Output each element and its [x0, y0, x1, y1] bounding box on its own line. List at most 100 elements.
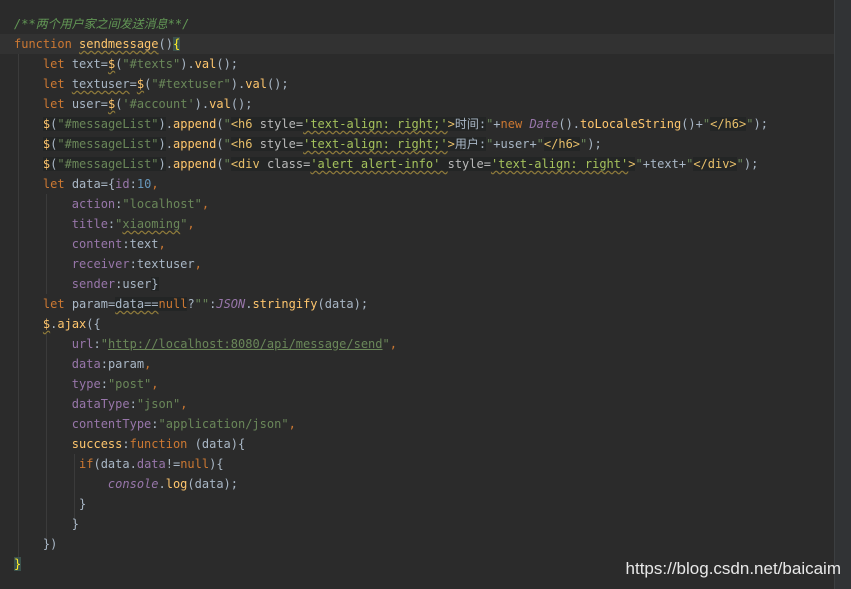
- code-token: ): [158, 137, 166, 151]
- code-token: append: [173, 117, 217, 131]
- code-token: type: [71, 377, 101, 391]
- code-line[interactable]: sender:user}: [14, 274, 159, 294]
- code-line[interactable]: let text=$("#texts").val();: [14, 54, 238, 74]
- code-line[interactable]: $("#messageList").append("<div class='al…: [14, 154, 758, 174]
- code-token: +: [493, 137, 501, 151]
- code-token: (: [216, 157, 224, 171]
- code-token: ,: [180, 397, 188, 411]
- code-line[interactable]: let textuser=$("#textuser").val();: [14, 74, 289, 94]
- code-token: let: [42, 57, 72, 71]
- code-token: </h6>: [710, 117, 747, 131]
- code-token: }: [151, 277, 159, 291]
- code-line[interactable]: action:"localhost",: [14, 194, 209, 214]
- code-token: .: [165, 157, 173, 171]
- code-token: function: [14, 37, 80, 51]
- code-token: append: [173, 157, 217, 171]
- code-line[interactable]: content:text,: [14, 234, 166, 254]
- code-token: +: [529, 137, 537, 151]
- code-line[interactable]: data:param,: [14, 354, 152, 374]
- code-token: ): [158, 117, 166, 131]
- code-token: ": [635, 157, 643, 171]
- code-token: >: [447, 117, 455, 131]
- code-token: "#messageList": [57, 157, 159, 171]
- code-token: <div: [230, 157, 267, 171]
- code-token: style=: [447, 157, 491, 171]
- code-token: :: [100, 357, 108, 371]
- code-line[interactable]: $("#messageList").append("<h6 style='tex…: [14, 134, 602, 154]
- code-token: val: [209, 97, 231, 111]
- code-token: }: [14, 557, 22, 571]
- code-line[interactable]: let user=$('#account').val();: [14, 94, 253, 114]
- code-line[interactable]: $("#messageList").append("<h6 style='tex…: [14, 114, 768, 134]
- code-line[interactable]: receiver:textuser,: [14, 254, 202, 274]
- code-token: let: [42, 77, 72, 91]
- code-token: ()+: [681, 117, 703, 131]
- code-token: ).: [180, 57, 195, 71]
- code-token: success: [71, 437, 123, 451]
- code-line[interactable]: contentType:"application/json",: [14, 414, 296, 434]
- code-token: toLocaleString: [580, 117, 682, 131]
- code-token: http://localhost:8080/api/message/send: [107, 337, 383, 351]
- code-token: "post": [107, 377, 152, 391]
- code-token: param: [71, 297, 108, 311]
- code-token: .: [158, 477, 166, 491]
- code-token: '#account': [122, 97, 195, 111]
- code-line[interactable]: console.log(data);: [14, 474, 238, 494]
- code-line[interactable]: if(data.data!=null){: [14, 454, 224, 474]
- code-token: ,: [389, 337, 397, 351]
- code-line[interactable]: success:function (data){: [14, 434, 245, 454]
- code-token: {: [172, 37, 181, 51]
- code-token: :: [122, 437, 130, 451]
- code-token: ({: [86, 317, 101, 331]
- code-line[interactable]: type:"post",: [14, 374, 159, 394]
- code-line[interactable]: }: [14, 554, 22, 574]
- code-line[interactable]: function sendmessage(){: [14, 34, 181, 54]
- code-line[interactable]: }: [14, 494, 86, 514]
- code-token: ?: [187, 297, 195, 311]
- code-token: ).: [230, 77, 246, 91]
- code-token: (data);: [187, 477, 238, 491]
- code-token: "json": [136, 397, 181, 411]
- code-line[interactable]: dataType:"json",: [14, 394, 188, 414]
- code-line[interactable]: }): [14, 534, 57, 554]
- code-token: ();: [216, 57, 239, 71]
- code-token: );: [743, 157, 759, 171]
- code-token: "localhost": [122, 197, 202, 211]
- code-token: user: [500, 137, 530, 151]
- code-line[interactable]: title:"xiaoming",: [14, 214, 195, 234]
- code-line[interactable]: let param=data==null?"":JSON.stringify(d…: [14, 294, 368, 314]
- code-token: log: [165, 477, 188, 491]
- code-editor[interactable]: /**两个用户家之间发送消息**/function sendmessage(){…: [0, 0, 834, 589]
- code-line[interactable]: /**两个用户家之间发送消息**/: [14, 14, 189, 34]
- code-line[interactable]: }: [14, 514, 79, 534]
- code-token: ,: [187, 217, 195, 231]
- code-line[interactable]: url:"http://localhost:8080/api/message/s…: [14, 334, 397, 354]
- code-token: data==: [115, 297, 159, 311]
- code-token: :: [122, 237, 130, 251]
- code-token: style=: [259, 137, 304, 151]
- code-token: contentType: [71, 417, 152, 431]
- code-token: val: [194, 57, 217, 71]
- code-line[interactable]: $.ajax({: [14, 314, 101, 334]
- code-token: title: [71, 217, 108, 231]
- code-token: ,: [288, 417, 296, 431]
- code-token: +: [493, 117, 501, 131]
- code-token: "#messageList": [57, 117, 159, 131]
- code-token: .: [165, 117, 173, 131]
- code-token: sender: [71, 277, 116, 291]
- code-line[interactable]: let data={id:10,: [14, 174, 159, 194]
- code-token: (): [158, 37, 173, 51]
- code-token: 'alert alert-info': [310, 157, 448, 171]
- code-token: =: [100, 57, 108, 71]
- code-token: "": [194, 297, 210, 311]
- code-token: text: [129, 237, 159, 251]
- code-token: ={: [100, 177, 116, 191]
